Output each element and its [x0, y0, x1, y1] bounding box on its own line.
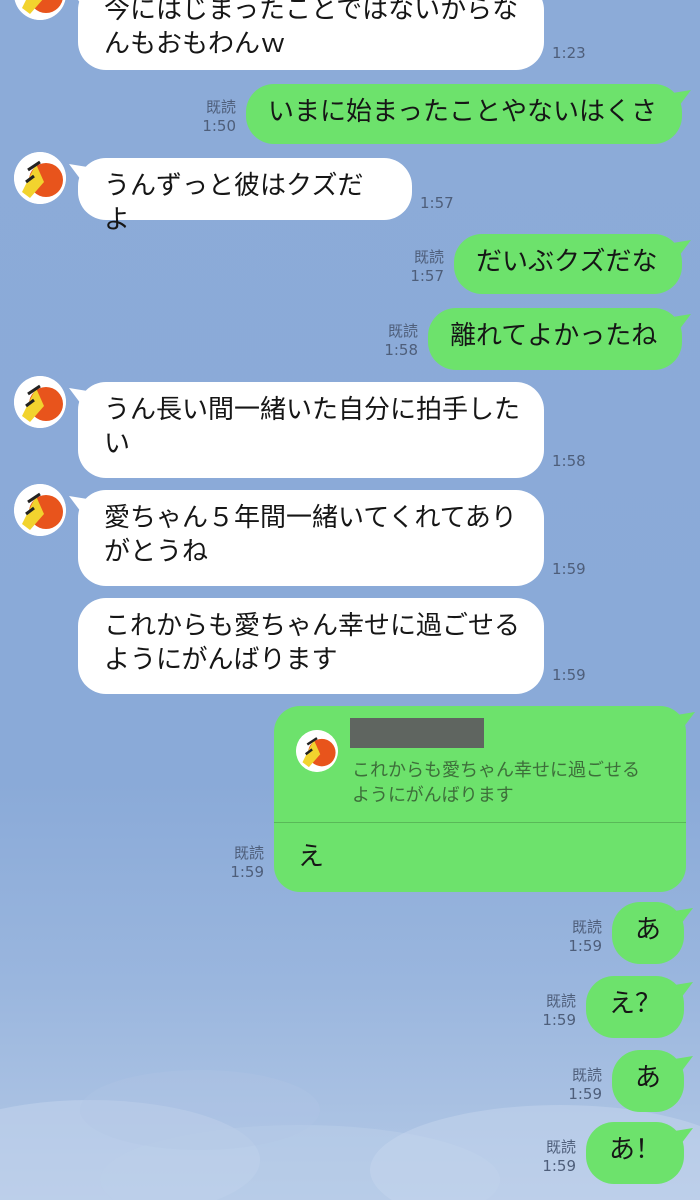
message-text-line: 今にはじまったことではないからな: [104, 0, 519, 25]
read-label: 既読: [233, 844, 264, 862]
message-time: 1:59: [552, 666, 586, 684]
message-text: あ: [634, 915, 661, 945]
message-bubble[interactable]: 今にはじまったことではないからな んもおもわんｗ: [69, 0, 544, 70]
message-bubble[interactable]: だいぶクズだな: [454, 234, 691, 294]
message-time: 1:58: [384, 341, 418, 359]
bubble-tail: [671, 240, 691, 256]
quoted-text-line: これからも愛ちゃん幸せに過ごせる: [352, 760, 640, 781]
avatar[interactable]: [14, 0, 66, 20]
message-time: 1:59: [552, 560, 586, 578]
read-label: 既読: [413, 248, 444, 266]
message-time: 1:50: [202, 117, 236, 135]
quoted-message[interactable]: これからも愛ちゃん幸せに過ごせる ようにがんばります: [352, 758, 672, 808]
message-text-line: 愛ちゃん５年間一緒いてくれてあり: [104, 503, 517, 533]
message-text-line: んもおもわんｗ: [104, 29, 287, 59]
message-meta: 既読 1:59: [534, 992, 576, 1030]
bubble-tail: [673, 1128, 693, 1144]
read-label: 既読: [571, 918, 602, 936]
bubble-tail: [671, 90, 691, 106]
message-text: うんずっと彼はクズだよ: [104, 171, 364, 235]
bubble-tail: [69, 388, 89, 404]
message-text-line: い: [104, 429, 131, 459]
message-bubble[interactable]: これからも愛ちゃん幸せに過ごせる ようにがんばります: [78, 598, 544, 694]
bubble-tail: [673, 982, 693, 998]
message-bubble[interactable]: 愛ちゃん５年間一緒いてくれてあり がとうね: [69, 490, 544, 586]
bubble-tail: [673, 1056, 693, 1072]
avatar[interactable]: [14, 152, 66, 204]
avatar[interactable]: [14, 484, 66, 536]
message-bubble[interactable]: え？: [586, 976, 693, 1038]
message-text: え: [298, 842, 325, 872]
bubble-tail: [671, 314, 691, 330]
message-text-line: ようにがんばります: [104, 645, 338, 675]
message-time: 1:59: [568, 1085, 602, 1103]
message-text-line: うん長い間一緒いた自分に拍手した: [104, 395, 521, 425]
quoted-avatar: [296, 730, 338, 772]
read-label: 既読: [387, 322, 418, 340]
chat-view[interactable]: 今にはじまったことではないからな んもおもわんｗ 1:23 既読 1:50 いま…: [0, 0, 700, 1200]
message-text: え？: [608, 989, 661, 1019]
message-meta: 既読 1:59: [222, 844, 264, 882]
message-meta: 既読 1:50: [194, 98, 236, 136]
bubble-tail: [69, 496, 89, 512]
message-bubble[interactable]: いまに始まったことやないはくさ: [246, 84, 691, 144]
read-label: 既読: [545, 992, 576, 1010]
message-text: だいぶクズだな: [476, 247, 658, 277]
message-bubble[interactable]: あ！: [586, 1122, 693, 1184]
reply-message-bubble[interactable]: これからも愛ちゃん幸せに過ごせる ようにがんばります え: [274, 706, 695, 892]
message-text: あ！: [608, 1135, 661, 1165]
message-time: 1:58: [552, 452, 586, 470]
message-meta: 既読 1:58: [376, 322, 418, 360]
message-time: 1:59: [542, 1011, 576, 1029]
message-bubble[interactable]: うん長い間一緒いた自分に拍手した い: [69, 382, 544, 478]
read-label: 既読: [205, 98, 236, 116]
message-time: 1:57: [410, 267, 444, 285]
message-meta: 既読 1:59: [534, 1138, 576, 1176]
message-text: いまに始まったことやないはくさ: [268, 97, 657, 127]
message-bubble[interactable]: あ: [612, 902, 693, 964]
quoted-text-line: ようにがんばります: [352, 785, 514, 806]
message-meta: 既読 1:59: [560, 918, 602, 956]
bubble-tail: [69, 0, 89, 4]
message-bubble[interactable]: うんずっと彼はクズだよ: [69, 158, 412, 235]
message-text-line: がとうね: [104, 537, 209, 567]
message-time: 1:23: [552, 44, 586, 62]
read-label: 既読: [571, 1066, 602, 1084]
message-text: 離れてよかったね: [450, 321, 658, 351]
message-time: 1:59: [568, 937, 602, 955]
bubble-tail: [69, 164, 89, 180]
message-time: 1:57: [420, 194, 454, 212]
message-bubble[interactable]: 離れてよかったね: [428, 308, 691, 370]
reply-divider: [274, 822, 686, 823]
message-text-line: これからも愛ちゃん幸せに過ごせる: [104, 611, 521, 641]
message-bubble[interactable]: あ: [612, 1050, 693, 1112]
message-meta: 既読 1:59: [560, 1066, 602, 1104]
message-meta: 既読 1:57: [402, 248, 444, 286]
message-time: 1:59: [542, 1157, 576, 1175]
read-label: 既読: [545, 1138, 576, 1156]
bubble-tail: [675, 712, 695, 728]
redacted-sender-name: [350, 718, 484, 748]
avatar[interactable]: [14, 376, 66, 428]
message-time: 1:59: [230, 863, 264, 881]
message-text: あ: [634, 1063, 661, 1093]
bubble-tail: [673, 908, 693, 924]
